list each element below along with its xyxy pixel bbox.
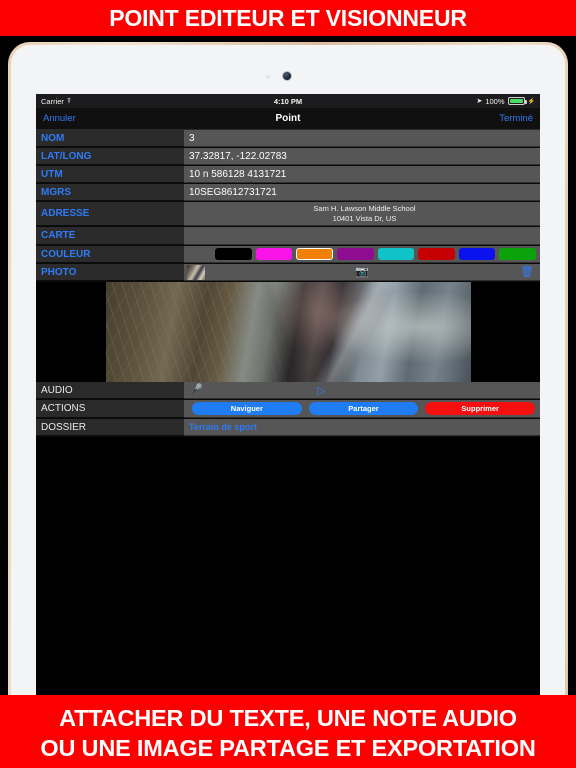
table-row-carte[interactable]: CARTE [36,227,540,246]
label-photo: PHOTO [36,264,184,281]
value-carte[interactable] [184,227,540,245]
photo-thumbnail[interactable] [187,264,205,280]
navigate-button[interactable]: Naviguer [192,402,302,415]
color-swatch-purple[interactable] [336,248,374,260]
color-swatch-blue[interactable] [458,248,496,260]
status-bar-clock: 4:10 PM [273,96,303,106]
table-row-audio[interactable]: AUDIO 🎤 ▷ [36,382,540,400]
value-couleur[interactable] [184,246,540,263]
camera-icon[interactable]: 📷 [355,266,369,278]
value-actions: Naviguer Partager Supprimer [184,400,540,418]
label-latlong: LAT/LONG [36,148,184,165]
screenshot-root: POINT EDITEUR ET VISIONNEUR Carrier ⍒ 4:… [0,0,576,768]
delete-button[interactable]: Supprimer [425,402,536,415]
promo-banner-bottom: ATTACHER DU TEXTE, UNE NOTE AUDIO OU UNE… [0,695,576,768]
label-utm: UTM [36,166,184,183]
status-bar-right: ➤ 100% ⚡ [476,97,535,106]
value-dossier[interactable]: Terrain de sport [184,419,540,436]
label-mgrs: MGRS [36,184,184,201]
label-audio: AUDIO [36,382,184,399]
label-adresse: ADRESSE [36,202,184,226]
promo-banner-bottom-line-1: ATTACHER DU TEXTE, UNE NOTE AUDIO [59,704,517,731]
table-row-photo[interactable]: PHOTO 📷 🗑 [36,264,540,282]
table-row-utm[interactable]: UTM 10 n 586128 4131721 [36,166,540,184]
location-arrow-icon: ➤ [476,98,483,105]
color-swatch-cyan[interactable] [377,248,415,260]
share-button[interactable]: Partager [308,402,419,415]
table-row-mgrs[interactable]: MGRS 10SEG8612731721 [36,184,540,202]
color-swatch-list[interactable] [189,246,540,262]
value-nom[interactable]: 3 [184,130,540,147]
ambient-light-sensor-icon [266,75,270,79]
front-camera-icon [283,72,291,80]
value-audio[interactable]: 🎤 ▷ [184,382,540,399]
value-utm[interactable]: 10 n 586128 4131721 [184,166,540,183]
table-row-nom[interactable]: NOM 3 [36,130,540,148]
battery-percent-label: 100% [485,96,505,106]
status-bar: Carrier ⍒ 4:10 PM ➤ 100% ⚡ [36,94,540,108]
battery-full-icon [507,97,527,105]
empty-screen-area [36,437,540,622]
label-couleur: COULEUR [36,246,184,263]
value-mgrs[interactable]: 10SEG8612731721 [184,184,540,201]
table-row-adresse[interactable]: ADRESSE Sam H. Lawson Middle School 1040… [36,202,540,227]
color-swatch-magenta[interactable] [255,248,293,260]
table-row-couleur[interactable]: COULEUR [36,246,540,264]
photo-viewer[interactable] [36,282,540,382]
color-swatch-black[interactable] [215,248,252,260]
play-triangle-icon[interactable]: ▷ [317,384,325,397]
promo-banner-top-text: POINT EDITEUR ET VISIONNEUR [109,4,467,31]
app-screen: Carrier ⍒ 4:10 PM ➤ 100% ⚡ Annuler Point… [36,94,540,698]
table-row-latlong[interactable]: LAT/LONG 37.32817, -122.02783 [36,148,540,166]
color-swatch-orange[interactable] [296,248,333,260]
value-photo[interactable]: 📷 🗑 [184,264,540,281]
microphone-icon[interactable]: 🎤 [189,384,203,396]
value-adresse[interactable]: Sam H. Lawson Middle School 10401 Vista … [184,202,540,226]
color-swatch-red[interactable] [418,248,455,260]
label-dossier: DOSSIER [36,419,184,436]
table-row-dossier[interactable]: DOSSIER Terrain de sport [36,419,540,437]
trash-icon[interactable]: 🗑 [520,266,534,278]
lightning-bolt-icon: ⚡ [527,98,535,105]
adresse-line-1: Sam H. Lawson Middle School [313,203,416,213]
label-nom: NOM [36,130,184,147]
adresse-line-2: 10401 Vista Dr, US [332,213,397,223]
attached-photo-preview[interactable] [105,282,471,382]
table-row-actions: ACTIONS Naviguer Partager Supprimer [36,400,540,419]
color-swatch-green[interactable] [499,248,536,260]
page-title: Point [275,113,301,124]
promo-banner-bottom-line-2: OU UNE IMAGE PARTAGE ET EXPORTATION [40,734,536,761]
promo-banner-top: POINT EDITEUR ET VISIONNEUR [0,0,576,36]
done-button[interactable]: Terminé [499,113,533,124]
label-actions: ACTIONS [36,400,184,418]
navigation-bar: Annuler Point Terminé [36,108,540,130]
point-actions-table: AUDIO 🎤 ▷ ACTIONS Naviguer Partager Suppri… [36,382,540,437]
point-detail-table: NOM 3 LAT/LONG 37.32817, -122.02783 UTM … [36,130,540,282]
value-latlong[interactable]: 37.32817, -122.02783 [184,148,540,165]
action-button-group: Naviguer Partager Supprimer [189,400,540,417]
label-carte: CARTE [36,227,184,245]
